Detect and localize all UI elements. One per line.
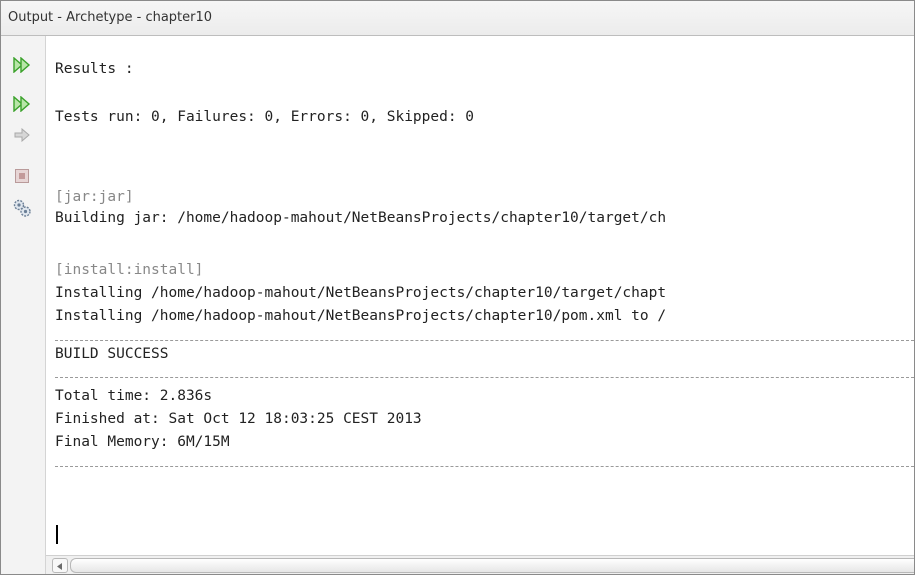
resume-arrow-icon	[14, 127, 30, 147]
results-line: Results :	[55, 61, 134, 77]
finished-at-line: Finished at: Sat Oct 12 18:03:25 CEST 20…	[55, 411, 422, 427]
scroll-left-button[interactable]	[52, 558, 68, 573]
building-jar-line: Building jar: /home/hadoop-mahout/NetBea…	[55, 210, 667, 226]
install-goal-line: [install:install]	[55, 262, 204, 278]
tests-summary-line: Tests run: 0, Failures: 0, Errors: 0, Sk…	[55, 109, 475, 125]
stop-button[interactable]	[11, 167, 33, 189]
rerun-icon	[13, 55, 31, 78]
rerun-with-goals-icon	[13, 94, 31, 117]
settings-icon	[12, 198, 32, 223]
window-title: Output - Archetype - chapter10	[8, 10, 213, 25]
output-titlebar: Output - Archetype - chapter10	[1, 1, 914, 36]
rerun-button[interactable]	[11, 55, 33, 78]
output-window: Output - Archetype - chapter10 Results:…	[0, 0, 915, 575]
installing-pom-line: Installing /home/hadoop-mahout/NetBeansP…	[55, 308, 667, 324]
settings-button[interactable]	[11, 199, 33, 221]
text-caret	[56, 525, 58, 544]
resume-button[interactable]	[11, 126, 33, 148]
separator-line	[55, 377, 914, 378]
total-time-line: Total time: 2.836s	[55, 388, 213, 404]
console-output[interactable]: Results : Tests run: 0, Failures: 0, Err…	[46, 36, 914, 556]
jar-goal-line: [jar:jar]	[55, 189, 134, 205]
separator-line	[55, 466, 914, 467]
build-status-line: BUILD SUCCESS	[55, 346, 169, 362]
separator-line	[55, 340, 914, 341]
installing-jar-line: Installing /home/hadoop-mahout/NetBeansP…	[55, 285, 667, 301]
stop-icon	[15, 168, 29, 188]
scrollbar-thumb[interactable]	[70, 558, 914, 573]
final-memory-line: Final Memory: 6M/15M	[55, 434, 230, 450]
arrow-left-icon	[57, 557, 63, 575]
horizontal-scrollbar[interactable]	[46, 555, 914, 574]
rerun-with-goals-button[interactable]	[11, 94, 33, 117]
output-toolbar	[1, 36, 46, 574]
